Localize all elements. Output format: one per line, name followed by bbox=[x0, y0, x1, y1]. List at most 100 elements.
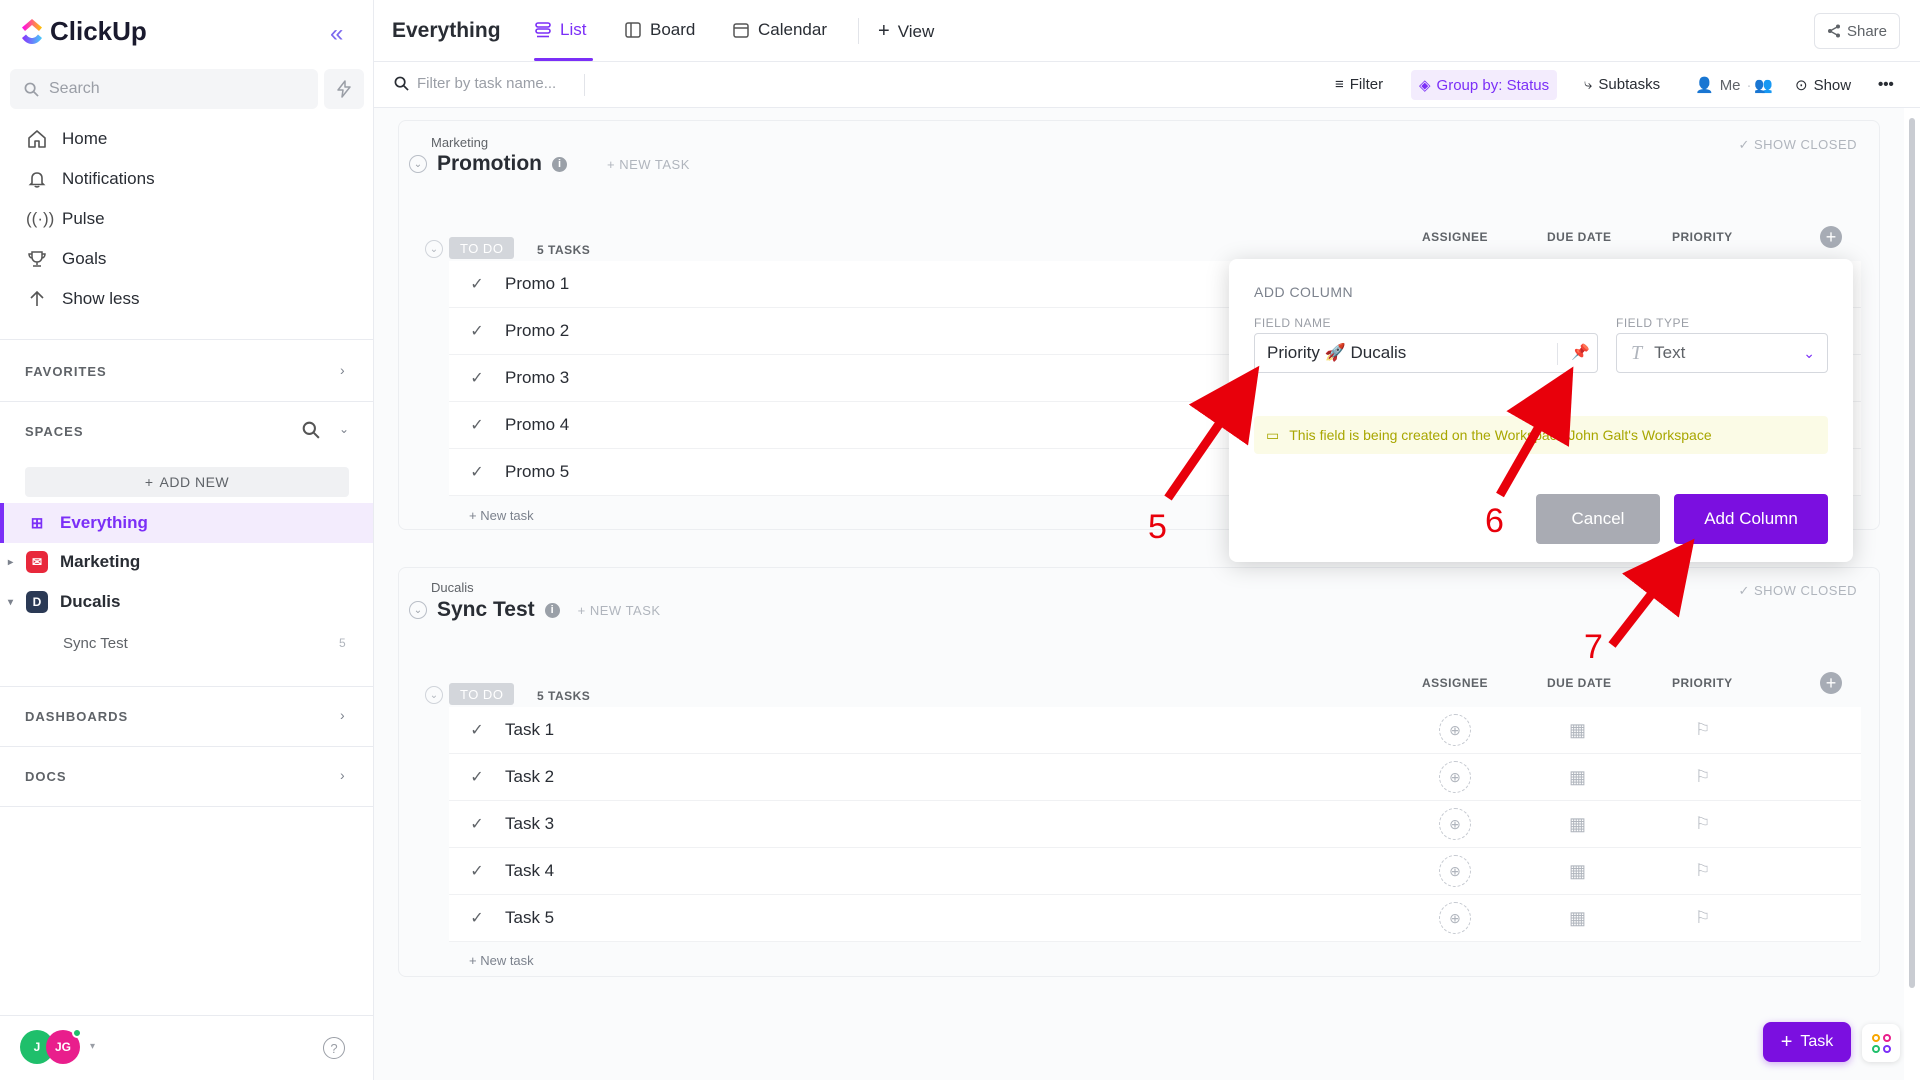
check-icon[interactable]: ✓ bbox=[449, 321, 505, 341]
add-column-icon[interactable]: + bbox=[1820, 672, 1842, 694]
chevron-down-icon[interactable]: ⌄ bbox=[339, 422, 349, 436]
add-assignee-icon[interactable]: ⊕ bbox=[1439, 761, 1471, 793]
collapse-list-icon[interactable]: ⌄ bbox=[409, 601, 427, 619]
apps-icon[interactable] bbox=[1862, 1024, 1900, 1062]
flag-icon[interactable]: ⚐ bbox=[1695, 767, 1710, 787]
info-icon[interactable]: i bbox=[544, 602, 560, 618]
clickup-logo[interactable]: ClickUp bbox=[20, 16, 147, 47]
chevron-right-icon[interactable]: › bbox=[340, 707, 345, 723]
new-task-fab[interactable]: + Task bbox=[1763, 1022, 1851, 1062]
task-name[interactable]: Task 3 bbox=[505, 814, 554, 834]
nav-goals[interactable]: Goals bbox=[26, 249, 106, 269]
table-row[interactable]: ✓ Task 2 ⊕ ▦ ⚐ bbox=[449, 754, 1861, 801]
check-icon[interactable]: ✓ bbox=[449, 767, 505, 787]
tab-board[interactable]: Board bbox=[624, 20, 695, 40]
docs-title[interactable]: DOCS bbox=[25, 769, 67, 784]
task-name[interactable]: Promo 1 bbox=[505, 274, 569, 294]
sidebar-search[interactable]: Search bbox=[10, 69, 318, 109]
field-name-input[interactable]: Priority 🚀 Ducalis 📌 bbox=[1254, 333, 1598, 373]
task-name[interactable]: Promo 3 bbox=[505, 368, 569, 388]
new-task-link[interactable]: + NEW TASK bbox=[607, 157, 690, 172]
column-header-due-date[interactable]: DUE DATE bbox=[1547, 676, 1611, 690]
column-header-priority[interactable]: PRIORITY bbox=[1672, 676, 1733, 690]
me-filter-button[interactable]: 👤 Me · bbox=[1695, 76, 1752, 95]
calendar-icon[interactable]: ▦ bbox=[1569, 767, 1586, 788]
add-assignee-icon[interactable]: ⊕ bbox=[1439, 855, 1471, 887]
task-name[interactable]: Task 1 bbox=[505, 720, 554, 740]
caret-right-icon[interactable]: ▸ bbox=[8, 557, 13, 568]
flag-icon[interactable]: ⚐ bbox=[1695, 720, 1710, 740]
filter-task-input[interactable]: Filter by task name... bbox=[394, 75, 556, 92]
flag-icon[interactable]: ⚐ bbox=[1695, 861, 1710, 881]
check-icon[interactable]: ✓ bbox=[449, 908, 505, 928]
chevron-right-icon[interactable]: › bbox=[340, 767, 345, 783]
task-name[interactable]: Promo 4 bbox=[505, 415, 569, 435]
check-icon[interactable]: ✓ bbox=[449, 720, 505, 740]
assignees-filter-button[interactable]: 👥 bbox=[1754, 76, 1773, 94]
caret-down-icon[interactable]: ▾ bbox=[8, 597, 13, 608]
add-assignee-icon[interactable]: ⊕ bbox=[1439, 808, 1471, 840]
add-column-button[interactable]: Add Column bbox=[1674, 494, 1828, 544]
task-name[interactable]: Task 5 bbox=[505, 908, 554, 928]
calendar-icon[interactable]: ▦ bbox=[1569, 814, 1586, 835]
quick-action-button[interactable] bbox=[324, 69, 364, 109]
filter-button[interactable]: ≡ Filter bbox=[1335, 76, 1383, 93]
share-button[interactable]: Share bbox=[1813, 13, 1900, 49]
task-name[interactable]: Promo 5 bbox=[505, 462, 569, 482]
task-name[interactable]: Promo 2 bbox=[505, 321, 569, 341]
flag-icon[interactable]: ⚐ bbox=[1695, 908, 1710, 928]
check-icon[interactable]: ✓ bbox=[449, 368, 505, 388]
table-row[interactable]: ✓ Task 1 ⊕ ▦ ⚐ bbox=[449, 707, 1861, 754]
add-view-button[interactable]: + View bbox=[878, 20, 934, 43]
pin-icon[interactable]: 📌 bbox=[1571, 343, 1590, 361]
show-closed-button[interactable]: ✓ SHOW CLOSED bbox=[1738, 137, 1857, 153]
info-icon[interactable]: i bbox=[552, 156, 567, 172]
tab-calendar[interactable]: Calendar bbox=[732, 20, 827, 40]
chevron-right-icon[interactable]: › bbox=[340, 362, 345, 378]
check-icon[interactable]: ✓ bbox=[449, 861, 505, 881]
list-name[interactable]: Sync Test bbox=[437, 598, 535, 622]
cancel-button[interactable]: Cancel bbox=[1536, 494, 1660, 544]
search-icon[interactable] bbox=[302, 421, 320, 439]
nav-home[interactable]: Home bbox=[26, 129, 107, 149]
column-header-assignee[interactable]: ASSIGNEE bbox=[1422, 676, 1488, 690]
table-row[interactable]: ✓ Task 3 ⊕ ▦ ⚐ bbox=[449, 801, 1861, 848]
scrollbar[interactable] bbox=[1909, 118, 1915, 988]
list-name[interactable]: Promotion bbox=[437, 152, 542, 176]
show-closed-button[interactable]: ✓ SHOW CLOSED bbox=[1738, 583, 1857, 599]
calendar-icon[interactable]: ▦ bbox=[1569, 908, 1586, 929]
add-column-icon[interactable]: + bbox=[1820, 226, 1842, 248]
calendar-icon[interactable]: ▦ bbox=[1569, 861, 1586, 882]
collapse-list-icon[interactable]: ⌄ bbox=[409, 155, 427, 173]
new-task-button[interactable]: + New task bbox=[469, 508, 534, 523]
column-header-priority[interactable]: PRIORITY bbox=[1672, 230, 1733, 244]
field-type-select[interactable]: T Text ⌄ bbox=[1616, 333, 1828, 373]
flag-icon[interactable]: ⚐ bbox=[1695, 814, 1710, 834]
favorites-title[interactable]: FAVORITES bbox=[25, 364, 107, 379]
status-badge[interactable]: TO DO bbox=[449, 237, 515, 259]
nav-show-less[interactable]: Show less bbox=[26, 289, 139, 309]
more-options-icon[interactable]: ••• bbox=[1878, 76, 1894, 93]
column-header-due-date[interactable]: DUE DATE bbox=[1547, 230, 1611, 244]
subtasks-button[interactable]: ⤷ Subtasks bbox=[1584, 76, 1660, 93]
status-badge[interactable]: TO DO bbox=[449, 683, 515, 705]
nav-notifications[interactable]: Notifications bbox=[26, 169, 155, 189]
sidebar-list-sync-test[interactable]: Sync Test bbox=[63, 635, 128, 652]
calendar-icon[interactable]: ▦ bbox=[1569, 720, 1586, 741]
check-icon[interactable]: ✓ bbox=[449, 415, 505, 435]
help-icon[interactable]: ? bbox=[323, 1037, 345, 1059]
column-header-assignee[interactable]: ASSIGNEE bbox=[1422, 230, 1488, 244]
check-icon[interactable]: ✓ bbox=[449, 462, 505, 482]
dashboards-title[interactable]: DASHBOARDS bbox=[25, 709, 128, 724]
nav-pulse[interactable]: ((·)) Pulse bbox=[26, 209, 105, 229]
add-new-space-button[interactable]: + ADD NEW bbox=[25, 467, 349, 497]
check-icon[interactable]: ✓ bbox=[449, 274, 505, 294]
new-task-link[interactable]: + NEW TASK bbox=[578, 603, 661, 618]
task-name[interactable]: Task 2 bbox=[505, 767, 554, 787]
caret-down-icon[interactable]: ▾ bbox=[90, 1041, 95, 1052]
new-task-button[interactable]: + New task bbox=[469, 953, 534, 968]
collapse-group-icon[interactable]: ⌄ bbox=[425, 686, 443, 704]
table-row[interactable]: ✓ Task 4 ⊕ ▦ ⚐ bbox=[449, 848, 1861, 895]
check-icon[interactable]: ✓ bbox=[449, 814, 505, 834]
collapse-group-icon[interactable]: ⌄ bbox=[425, 240, 443, 258]
